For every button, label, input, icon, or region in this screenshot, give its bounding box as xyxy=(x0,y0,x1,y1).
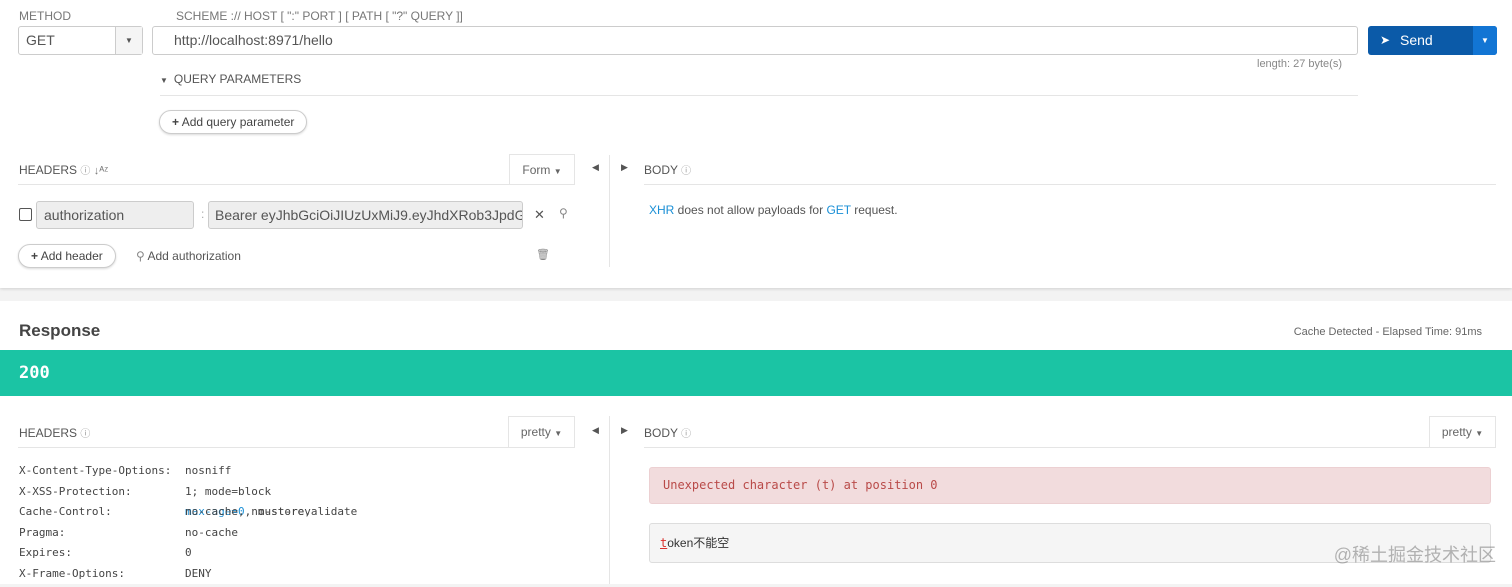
method-value: GET xyxy=(26,32,55,48)
help-icon[interactable]: ⓘ xyxy=(80,166,90,177)
headers-title: HEADERS ⓘ ↓ᴬᶻ xyxy=(19,162,108,177)
method-select[interactable]: GET ▼ xyxy=(18,26,143,55)
watermark: @稀土掘金技术社区 xyxy=(1333,545,1496,565)
header-value: no-cache xyxy=(185,526,238,539)
body-msg-end: request. xyxy=(850,203,898,217)
headers-label: HEADERS xyxy=(19,163,78,177)
response-body-mode-select[interactable]: pretty ▼ xyxy=(1429,416,1496,447)
chevron-down-icon: ▼ xyxy=(115,27,142,54)
close-icon[interactable]: ✕ xyxy=(534,207,545,223)
body-message: XHR does not allow payloads for GET requ… xyxy=(649,203,898,217)
help-icon[interactable]: ⓘ xyxy=(681,429,691,440)
body-msg-mid: does not allow payloads for xyxy=(674,203,827,217)
trash-icon[interactable]: 🗑 xyxy=(536,248,550,261)
header-enabled-checkbox[interactable] xyxy=(19,208,32,221)
add-authorization-label: Add authorization xyxy=(147,249,241,263)
response-headers-title: HEADERS ⓘ xyxy=(19,425,90,440)
header-key: Pragma: xyxy=(19,526,66,539)
add-query-label: Add query parameter xyxy=(181,115,295,129)
expand-right-icon[interactable]: ▶ xyxy=(621,162,628,173)
expand-right-icon[interactable]: ▶ xyxy=(621,425,628,436)
headers-label: HEADERS xyxy=(19,426,78,440)
collapse-left-icon[interactable]: ◀ xyxy=(592,425,599,436)
header-value: no-cache, no-store, max-age=0, must-reva… xyxy=(185,505,357,518)
body-label: BODY xyxy=(644,426,678,440)
headers-mode-select[interactable]: Form ▼ xyxy=(509,154,575,185)
header-value: 0 xyxy=(185,546,192,559)
response-title: Response xyxy=(19,321,101,340)
header-value-part: no-cache, no-store, xyxy=(185,505,311,518)
header-value: nosniff xyxy=(185,464,232,477)
sort-icon[interactable]: ↓ᴬᶻ xyxy=(94,165,108,177)
header-value: DENY xyxy=(185,567,212,580)
parse-error-alert: Unexpected character (t) at position 0 xyxy=(649,467,1491,504)
body-label: BODY xyxy=(644,163,678,177)
plus-icon: + xyxy=(172,115,180,129)
help-icon[interactable]: ⓘ xyxy=(80,429,90,440)
header-value: 1; mode=block xyxy=(185,485,272,498)
url-length: length: 27 byte(s) xyxy=(1257,58,1342,70)
add-query-parameter-button[interactable]: + Add query parameter xyxy=(159,110,308,134)
send-button[interactable]: ➤ Send ▼ xyxy=(1368,26,1497,55)
collapse-left-icon[interactable]: ◀ xyxy=(592,162,599,173)
send-label: Send xyxy=(1400,32,1433,48)
method-label: METHOD xyxy=(19,9,71,23)
add-authorization-link[interactable]: ⚲ Add authorization xyxy=(136,249,241,263)
plus-icon: + xyxy=(31,249,39,263)
response-body-title: BODY ⓘ xyxy=(644,425,691,440)
url-input[interactable]: http://localhost:8971/hello xyxy=(152,26,1358,55)
get-text: GET xyxy=(826,203,851,217)
request-panel: METHOD SCHEME :// HOST [ ":" PORT ] [ PA… xyxy=(0,0,1512,288)
header-value-input[interactable]: Bearer eyJhbGciOiJIUzUxMiJ9.eyJhdXRob3Jp… xyxy=(208,201,523,229)
response-panel: Response Cache Detected - Elapsed Time: … xyxy=(0,301,1512,584)
query-parameters-toggle[interactable]: ▼ QUERY PARAMETERS xyxy=(160,72,301,86)
body-text: oken不能空 xyxy=(667,536,730,550)
url-format-label: SCHEME :// HOST [ ":" PORT ] [ PATH [ "?… xyxy=(176,9,463,23)
key-icon: ⚲ xyxy=(136,249,145,263)
colon-separator: : xyxy=(201,207,205,221)
header-key: X-XSS-Protection: xyxy=(19,485,132,498)
header-key: X-Content-Type-Options: xyxy=(19,464,172,477)
headers-mode-value: pretty xyxy=(520,425,551,439)
headers-mode-value: Form xyxy=(522,163,551,177)
header-key: Expires: xyxy=(19,546,72,559)
header-key: X-Frame-Options: xyxy=(19,567,125,580)
query-parameters-label: QUERY PARAMETERS xyxy=(173,72,302,86)
status-code: 200 xyxy=(19,363,50,383)
body-mode-value: pretty xyxy=(1441,425,1472,439)
paper-plane-icon: ➤ xyxy=(1380,33,1391,47)
xhr-text: XHR xyxy=(649,203,675,217)
key-icon[interactable]: ⚲ xyxy=(559,206,568,220)
add-header-button[interactable]: + Add header xyxy=(18,244,116,268)
add-header-label: Add header xyxy=(40,249,103,263)
response-headers-mode-select[interactable]: pretty ▼ xyxy=(508,416,575,447)
elapsed-time: Cache Detected - Elapsed Time: 91ms xyxy=(1293,326,1482,338)
caret-down-icon: ▼ xyxy=(160,76,168,85)
header-name-input[interactable]: authorization xyxy=(36,201,194,229)
help-icon[interactable]: ⓘ xyxy=(681,166,691,177)
header-key: Cache-Control: xyxy=(19,505,112,518)
body-title: BODY ⓘ xyxy=(644,162,691,177)
status-bar: 200 xyxy=(0,350,1512,396)
send-options-chevron-icon[interactable]: ▼ xyxy=(1473,26,1497,55)
